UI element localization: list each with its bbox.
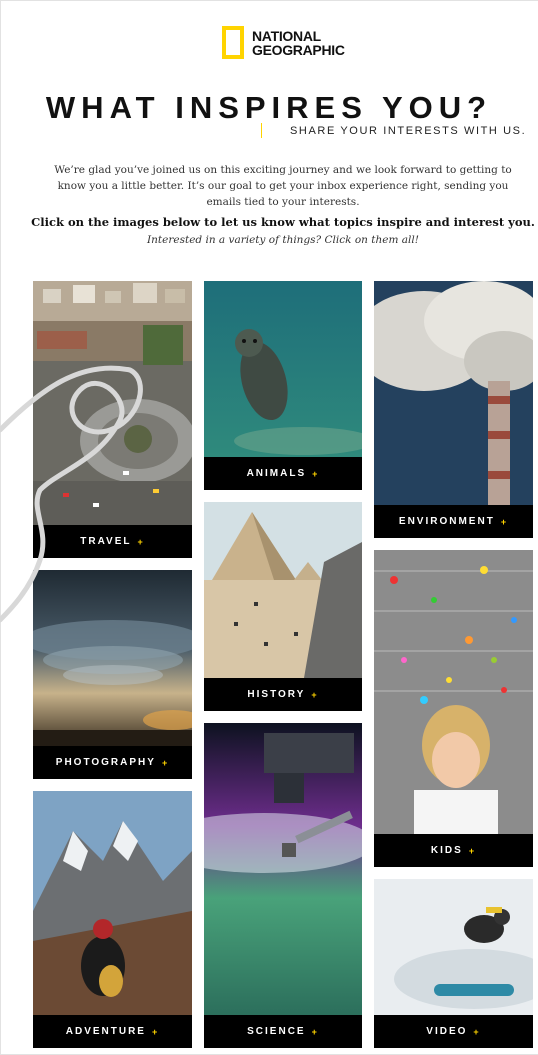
animals-image (204, 281, 362, 457)
accent-divider (261, 123, 262, 138)
tile-video[interactable]: VIDEO + (374, 879, 533, 1048)
intro-paragraph: We’re glad you’ve joined us on this exci… (54, 164, 512, 208)
tile-adventure-label: ADVENTURE + (33, 1015, 192, 1048)
environment-image (374, 281, 533, 505)
tile-environment-label: ENVIRONMENT + (374, 505, 533, 538)
tile-video-label: VIDEO + (374, 1015, 533, 1048)
plus-icon: + (161, 757, 170, 768)
tile-science-label: SCIENCE + (204, 1015, 362, 1048)
video-image (374, 879, 533, 1015)
natgeo-logo[interactable]: NATIONAL GEOGRAPHIC (222, 26, 345, 59)
tile-animals-label: ANIMALS + (204, 457, 362, 490)
plus-icon: + (137, 536, 145, 547)
cta-text: Click on the images below to let us know… (31, 215, 535, 229)
tile-kids-label: KIDS + (374, 834, 533, 867)
tile-history-label: HISTORY + (204, 678, 362, 711)
plus-icon: + (500, 516, 509, 527)
tile-history-text: HISTORY (247, 689, 306, 700)
yellow-border-logo-icon (222, 26, 244, 59)
tile-science[interactable]: SCIENCE + (204, 723, 362, 1048)
kids-image (374, 550, 533, 834)
plus-icon: + (311, 689, 319, 700)
tile-science-text: SCIENCE (247, 1026, 306, 1037)
logo-line-1: NATIONAL (252, 27, 321, 44)
tile-animals[interactable]: ANIMALS + (204, 281, 362, 490)
science-image (204, 723, 362, 1015)
tile-travel-label: TRAVEL + (33, 525, 192, 558)
tile-kids-text: KIDS (430, 845, 463, 856)
tile-photography-label: PHOTOGRAPHY + (33, 746, 192, 779)
tile-travel-text: TRAVEL (80, 536, 132, 547)
photography-image (33, 570, 192, 746)
logo-line-2: GEOGRAPHIC (252, 41, 345, 58)
plus-icon: + (151, 1026, 160, 1037)
plus-icon: + (312, 468, 320, 479)
hint-text: Interested in a variety of things? Click… (147, 234, 419, 246)
page-subheadline: SHARE YOUR INTERESTS WITH US. (290, 125, 527, 137)
plus-icon: + (468, 845, 477, 856)
plus-icon: + (473, 1026, 481, 1037)
travel-image (33, 281, 192, 525)
tile-photography[interactable]: PHOTOGRAPHY + (33, 570, 192, 779)
history-image (204, 502, 362, 678)
adventure-image (33, 791, 192, 1015)
tile-travel[interactable]: TRAVEL + (33, 281, 192, 558)
tile-history[interactable]: HISTORY + (204, 502, 362, 711)
tile-adventure[interactable]: ADVENTURE + (33, 791, 192, 1048)
tile-kids[interactable]: KIDS + (374, 550, 533, 867)
page-headline: WHAT INSPIRES YOU? (45, 90, 493, 125)
plus-icon: + (311, 1026, 319, 1037)
tile-environment[interactable]: ENVIRONMENT + (374, 281, 533, 538)
tile-adventure-text: ADVENTURE (65, 1026, 146, 1037)
logo-wordmark: NATIONAL GEOGRAPHIC (252, 29, 345, 57)
tile-environment-text: ENVIRONMENT (398, 516, 495, 527)
tile-video-text: VIDEO (426, 1026, 468, 1037)
tile-photography-text: PHOTOGRAPHY (55, 757, 156, 768)
tile-animals-text: ANIMALS (246, 468, 307, 479)
